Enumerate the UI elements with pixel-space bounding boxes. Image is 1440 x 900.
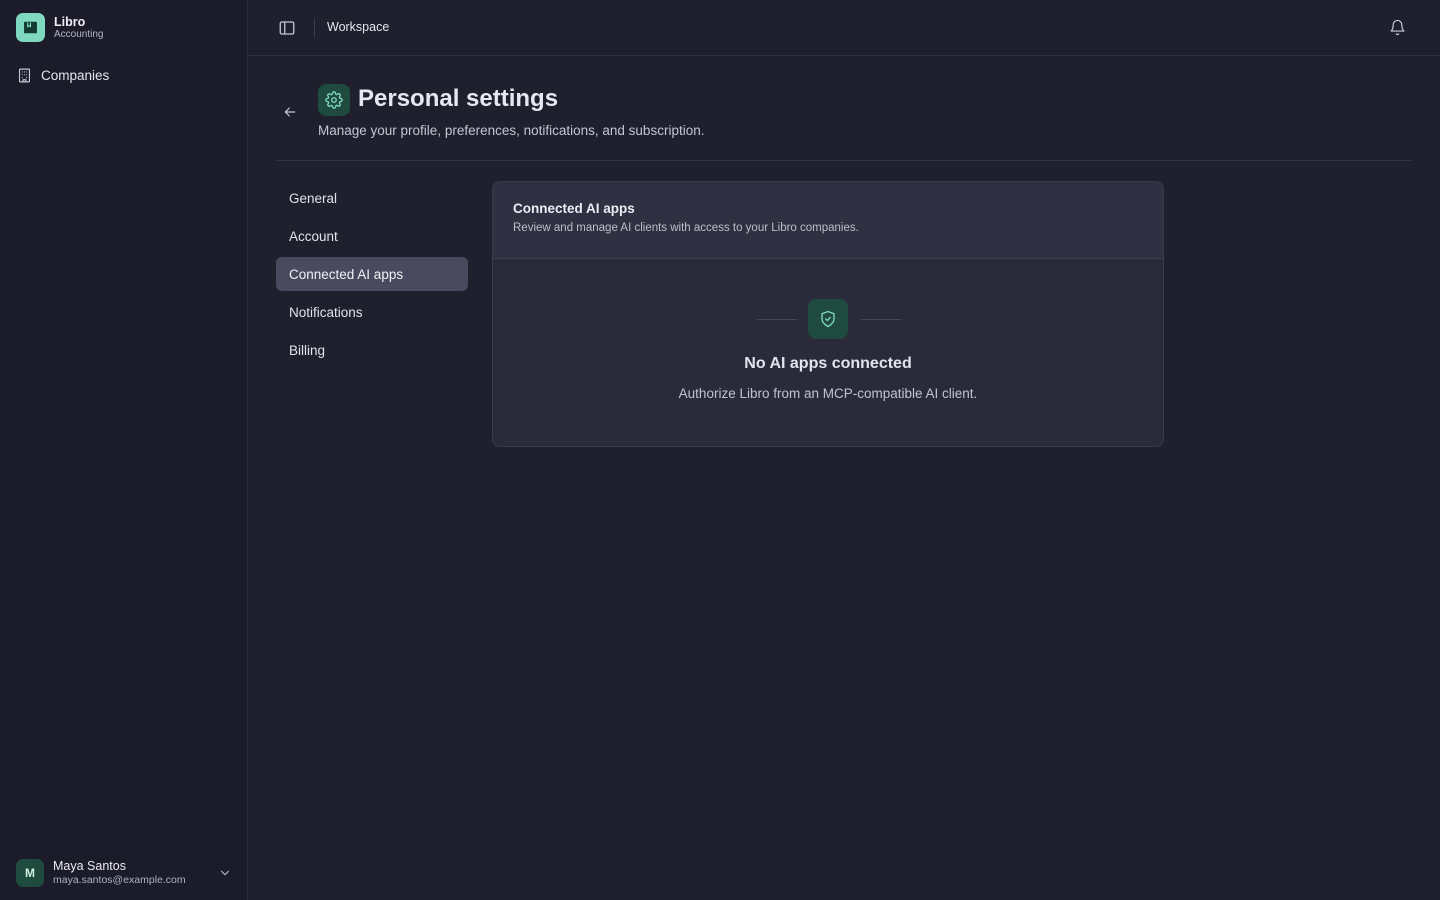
brand-subtitle: Accounting bbox=[54, 28, 104, 40]
connected-apps-card: Connected AI apps Review and manage AI c… bbox=[492, 181, 1164, 447]
page-subtitle: Manage your profile, preferences, notifi… bbox=[318, 123, 705, 138]
empty-text: Authorize Libro from an MCP-compatible A… bbox=[678, 386, 978, 401]
user-email: maya.santos@example.com bbox=[53, 874, 186, 887]
card-header: Connected AI apps Review and manage AI c… bbox=[493, 182, 1163, 259]
arrow-left-icon[interactable] bbox=[282, 104, 298, 120]
settings-nav-account[interactable]: Account bbox=[276, 219, 468, 253]
gear-icon bbox=[318, 84, 350, 116]
empty-title: No AI apps connected bbox=[744, 355, 912, 372]
main-content: Workspace Personal settings Manage your … bbox=[248, 0, 1440, 900]
empty-divider-left bbox=[757, 319, 797, 320]
settings-nav: General Account Connected AI apps Notifi… bbox=[276, 181, 468, 371]
bell-icon[interactable] bbox=[1389, 19, 1406, 36]
user-menu[interactable]: M Maya Santos maya.santos@example.com bbox=[16, 859, 232, 887]
settings-nav-notifications[interactable]: Notifications bbox=[276, 295, 468, 329]
empty-divider-right bbox=[861, 319, 901, 320]
chevron-down-icon bbox=[220, 870, 230, 876]
breadcrumb[interactable]: Workspace bbox=[327, 20, 389, 34]
card-description: Review and manage AI clients with access… bbox=[513, 222, 859, 234]
settings-nav-connected-ai-apps[interactable]: Connected AI apps bbox=[276, 257, 468, 291]
shield-check-icon bbox=[808, 299, 848, 339]
empty-state: No AI apps connected Authorize Libro fro… bbox=[493, 259, 1163, 446]
brand-name: Libro bbox=[54, 14, 86, 29]
avatar: M bbox=[16, 859, 44, 887]
user-name: Maya Santos bbox=[53, 859, 126, 874]
settings-nav-billing[interactable]: Billing bbox=[276, 333, 468, 367]
brand[interactable]: Libro Accounting bbox=[16, 13, 103, 42]
card-title: Connected AI apps bbox=[513, 201, 635, 216]
building-icon bbox=[18, 68, 31, 82]
libro-logo-icon bbox=[16, 13, 45, 42]
page-title: Personal settings bbox=[358, 85, 559, 112]
sidebar-item-companies[interactable]: Companies bbox=[16, 64, 232, 86]
settings-nav-general[interactable]: General bbox=[276, 181, 468, 215]
sidebar-toggle-icon[interactable] bbox=[278, 19, 296, 37]
topbar-divider bbox=[314, 18, 315, 38]
topbar: Workspace bbox=[248, 0, 1440, 56]
header-divider bbox=[276, 160, 1412, 161]
sidebar-item-label: Companies bbox=[41, 67, 110, 83]
sidebar: Libro Accounting Companies M Maya Santos… bbox=[0, 0, 248, 900]
app-root: Libro Accounting Companies M Maya Santos… bbox=[0, 0, 1440, 900]
